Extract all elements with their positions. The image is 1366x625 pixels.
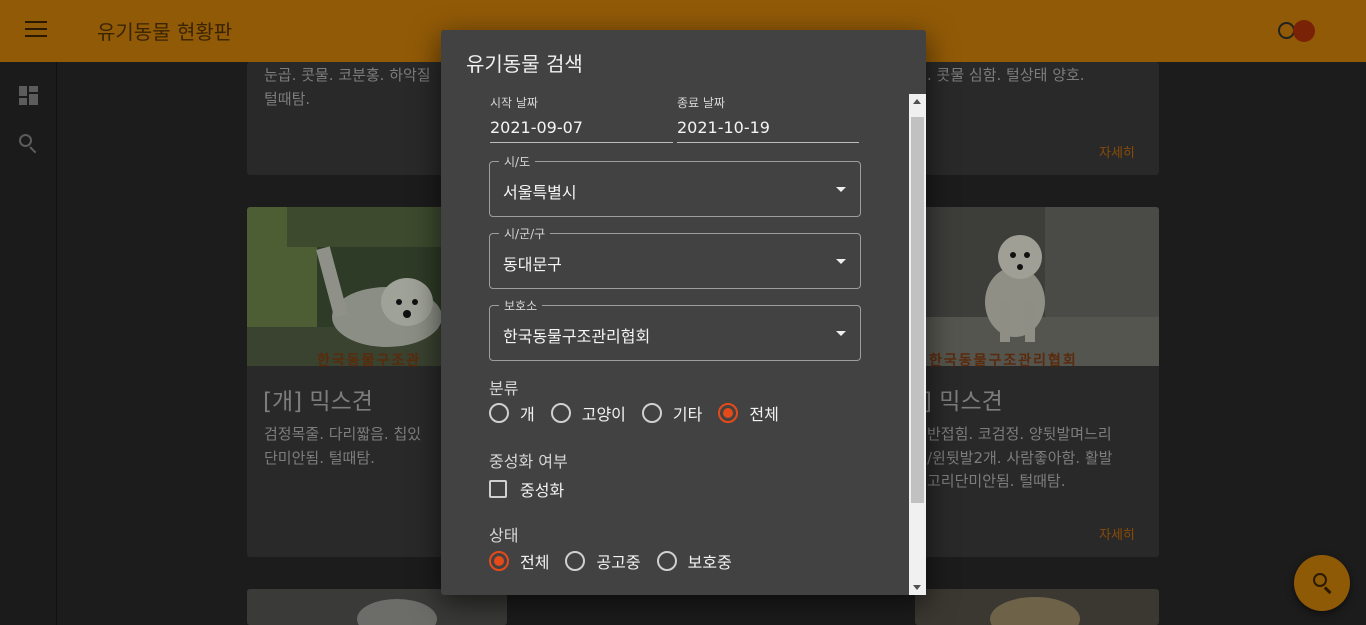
scroll-down-icon[interactable] (913, 585, 921, 590)
sido-label: 시/도 (499, 153, 536, 170)
sido-select[interactable]: 시/도 서울특별시 (489, 153, 861, 217)
search-dialog: 유기동물 검색 시작 날짜 2021-09-07 종료 날짜 2021-10-1… (441, 30, 926, 595)
neuter-checkbox-label: 중성화 (520, 481, 565, 500)
neuter-checkbox[interactable]: 중성화 (489, 477, 564, 501)
dialog-title: 유기동물 검색 (466, 52, 583, 76)
state-radio-all[interactable]: 전체 (489, 549, 549, 573)
state-label: 상태 (489, 526, 519, 545)
neuter-label: 중성화 여부 (489, 452, 568, 471)
sigungu-value: 동대문구 (503, 255, 562, 274)
kind-radio-cat[interactable]: 고양이 (550, 401, 626, 425)
chevron-down-icon (836, 259, 846, 264)
scrollbar-thumb[interactable] (911, 117, 924, 503)
search-fab-button[interactable] (1294, 555, 1350, 611)
shelter-value: 한국동물구조관리협회 (503, 327, 651, 346)
search-icon (1313, 573, 1327, 587)
shelter-label: 보호소 (499, 297, 543, 314)
scroll-up-icon[interactable] (913, 99, 921, 104)
kind-label: 분류 (489, 379, 519, 398)
chevron-down-icon (836, 187, 846, 192)
kind-radio-group: 개 고양이 기타 전체 (489, 401, 795, 425)
shelter-select[interactable]: 보호소 한국동물구조관리협회 (489, 297, 861, 361)
end-date-value: 2021-10-19 (677, 118, 770, 137)
sigungu-label: 시/군/구 (499, 225, 551, 242)
checkbox-icon[interactable] (489, 480, 507, 498)
state-radio-group: 전체 공고중 보호중 (489, 549, 748, 573)
dialog-scrollbar[interactable] (909, 94, 926, 595)
sido-value: 서울특별시 (503, 183, 577, 202)
end-date-field[interactable]: 종료 날짜 2021-10-19 (677, 94, 859, 143)
chevron-down-icon (836, 331, 846, 336)
start-date-label: 시작 날짜 (490, 96, 538, 110)
start-date-field[interactable]: 시작 날짜 2021-09-07 (490, 94, 673, 143)
state-radio-notice[interactable]: 공고중 (565, 549, 641, 573)
kind-radio-etc[interactable]: 기타 (641, 401, 702, 425)
kind-radio-dog[interactable]: 개 (489, 401, 535, 425)
start-date-value: 2021-09-07 (490, 118, 583, 137)
state-radio-protect[interactable]: 보호중 (656, 549, 732, 573)
end-date-label: 종료 날짜 (677, 96, 725, 110)
dialog-body: 시작 날짜 2021-09-07 종료 날짜 2021-10-19 시/도 서울… (441, 94, 926, 595)
sigungu-select[interactable]: 시/군/구 동대문구 (489, 225, 861, 289)
kind-radio-all[interactable]: 전체 (718, 401, 779, 425)
